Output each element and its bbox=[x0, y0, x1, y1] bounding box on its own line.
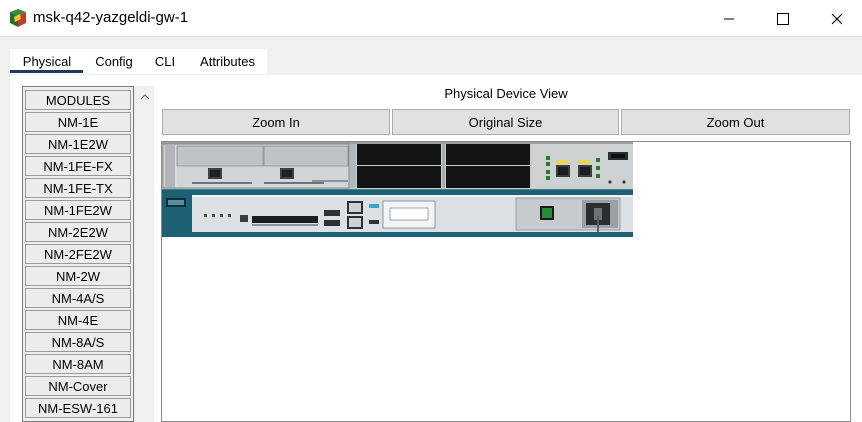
module-list: MODULES NM-1E NM-1E2W NM-1FE-FX NM-1FE-T… bbox=[22, 86, 134, 422]
router-chassis-image[interactable] bbox=[162, 142, 634, 238]
minimize-button[interactable] bbox=[706, 0, 752, 37]
module-item[interactable]: NM-4E bbox=[25, 310, 131, 330]
window-title: msk-q42-yazgeldi-gw-1 bbox=[33, 9, 189, 26]
device-window: msk-q42-yazgeldi-gw-1 Physical Config CL… bbox=[0, 0, 862, 422]
close-button[interactable] bbox=[814, 0, 860, 37]
module-item[interactable]: NM-8AM bbox=[25, 354, 131, 374]
module-item[interactable]: NM-1FE-FX bbox=[25, 156, 131, 176]
module-item[interactable]: NM-1E2W bbox=[25, 134, 131, 154]
zoom-in-button[interactable]: Zoom In bbox=[162, 109, 390, 135]
module-list-scrollbar[interactable] bbox=[134, 86, 154, 422]
close-icon bbox=[831, 13, 843, 24]
module-list-header: MODULES bbox=[25, 90, 131, 110]
physical-view-title: Physical Device View bbox=[444, 86, 568, 101]
module-item[interactable]: NM-1FE-TX bbox=[25, 178, 131, 198]
maximize-button[interactable] bbox=[760, 0, 806, 37]
module-item[interactable]: NM-Cover bbox=[25, 376, 131, 396]
chevron-up-icon bbox=[140, 94, 150, 100]
original-size-button[interactable]: Original Size bbox=[392, 109, 619, 135]
title-bar: msk-q42-yazgeldi-gw-1 bbox=[0, 0, 862, 37]
minimize-icon bbox=[724, 18, 734, 19]
tab-cli[interactable]: CLI bbox=[146, 49, 184, 74]
tab-bar: Physical Config CLI Attributes bbox=[0, 37, 862, 75]
tab-attributes[interactable]: Attributes bbox=[190, 49, 265, 74]
module-item[interactable]: NM-1FE2W bbox=[25, 200, 131, 220]
router-app-icon bbox=[8, 8, 28, 28]
device-viewport[interactable] bbox=[161, 141, 851, 422]
module-item[interactable]: NM-1E bbox=[25, 112, 131, 132]
module-item[interactable]: NM-2FE2W bbox=[25, 244, 131, 264]
module-item[interactable]: NM-ESW-161 bbox=[25, 398, 131, 418]
zoom-out-button[interactable]: Zoom Out bbox=[621, 109, 850, 135]
module-item[interactable]: NM-8A/S bbox=[25, 332, 131, 352]
maximize-icon bbox=[777, 12, 789, 25]
scroll-up-button[interactable] bbox=[135, 88, 155, 106]
active-tab-indicator bbox=[10, 70, 83, 73]
tab-config[interactable]: Config bbox=[86, 49, 142, 74]
module-item[interactable]: NM-2W bbox=[25, 266, 131, 286]
module-item[interactable]: NM-2E2W bbox=[25, 222, 131, 242]
module-item[interactable]: NM-4A/S bbox=[25, 288, 131, 308]
